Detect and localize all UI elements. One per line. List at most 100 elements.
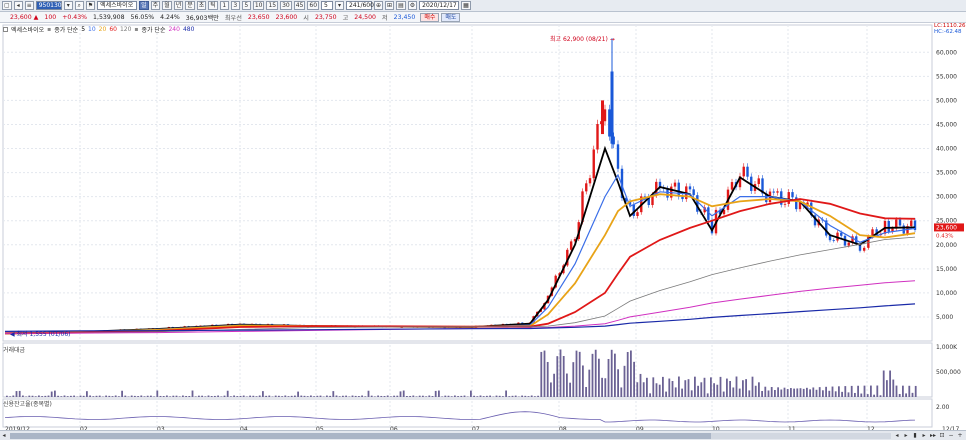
- candle-body: [608, 109, 611, 137]
- volume-bar: [543, 350, 546, 397]
- minute-30-button[interactable]: 30: [280, 1, 292, 10]
- zoom-icon[interactable]: ⊞: [385, 1, 395, 10]
- prev-icon[interactable]: ◂: [13, 1, 23, 10]
- period-tick-button[interactable]: 틱: [208, 1, 218, 10]
- scroll-icon[interactable]: ▤: [396, 1, 406, 10]
- flag-icon[interactable]: ⚑: [85, 1, 96, 10]
- search-icon[interactable]: ⌕: [74, 1, 84, 10]
- scroll-thumb[interactable]: [10, 432, 711, 439]
- minute-5-button[interactable]: 5: [241, 1, 251, 10]
- minute-3-button[interactable]: 3: [230, 1, 240, 10]
- volume-bar: [313, 396, 315, 397]
- volume-bar: [393, 395, 395, 397]
- volume-bar: [534, 396, 536, 397]
- minute-15-button[interactable]: 15: [266, 1, 279, 10]
- candle-body: [616, 144, 620, 169]
- code-dropdown-icon[interactable]: ▾: [63, 1, 73, 10]
- scroll-track[interactable]: [10, 432, 891, 439]
- buy-button[interactable]: 매수: [420, 12, 440, 22]
- calendar-icon[interactable]: ▦: [461, 1, 471, 10]
- play-icon[interactable]: ▸: [902, 432, 910, 440]
- volume-bar: [838, 386, 840, 397]
- volume-bar: [591, 353, 594, 397]
- volume-bar: [812, 387, 815, 397]
- minute-10-button[interactable]: 10: [252, 1, 265, 10]
- y-tick-label: 5,000: [936, 314, 953, 321]
- layout-icon[interactable]: ▢: [2, 1, 12, 10]
- volume-bar: [806, 387, 808, 397]
- scroll-left-icon[interactable]: ◂: [0, 432, 8, 440]
- minute-60-button[interactable]: 60: [307, 1, 320, 10]
- volume-bar: [572, 362, 575, 397]
- volume-bar: [297, 391, 299, 397]
- candle-body: [862, 247, 866, 251]
- price-pane: [2, 24, 933, 342]
- period-second-button[interactable]: 초: [196, 1, 207, 10]
- volume-bar: [6, 395, 8, 397]
- volume-bar: [98, 395, 101, 397]
- range-input[interactable]: 241/600: [346, 1, 374, 10]
- volume-bar: [79, 395, 82, 397]
- zoom-in-icon[interactable]: +: [956, 432, 964, 440]
- volume-bar: [546, 361, 549, 397]
- volume-bar: [159, 395, 162, 397]
- stock-code-input[interactable]: 950130: [35, 1, 62, 10]
- minute-1-button[interactable]: 1: [219, 1, 229, 10]
- volume-bar: [402, 390, 405, 397]
- volume-bar: [825, 386, 827, 397]
- settings-icon[interactable]: ⚙: [407, 1, 418, 10]
- volume-bar: [511, 395, 514, 397]
- volume-bar: [303, 395, 306, 397]
- volume-bar: [294, 395, 296, 397]
- pause-icon[interactable]: ▮: [911, 432, 919, 440]
- fit-icon[interactable]: ⊡: [938, 432, 946, 440]
- tick-dropdown-icon[interactable]: ▾: [335, 1, 345, 10]
- volume-bar: [726, 378, 728, 397]
- volume-bar: [89, 395, 91, 397]
- volume-bar: [374, 396, 376, 397]
- pin-icon[interactable]: ⊕: [374, 1, 384, 10]
- zoom-out-icon[interactable]: −: [947, 432, 955, 440]
- volume-bar: [140, 395, 143, 397]
- period-year-button[interactable]: 년: [173, 1, 184, 10]
- amount-value: 36,903백만: [185, 14, 219, 22]
- legend-checkbox[interactable]: [3, 27, 8, 32]
- tick-value-input[interactable]: 5: [321, 1, 334, 10]
- sell-button[interactable]: 매도: [441, 12, 461, 22]
- minute-45-button[interactable]: 45: [293, 1, 306, 10]
- current-price: 23,600 ▲: [10, 13, 39, 21]
- y-tick-label: 10,000: [936, 290, 957, 297]
- stock-name-field[interactable]: 엑세스바이오: [97, 1, 138, 10]
- volume-bar: [431, 396, 434, 397]
- chart-toolbar: ▢ ◂ ≡ 950130 ▾ ⌕ ⚑ 엑세스바이오 일 주 월 년 분 초 틱 …: [0, 0, 966, 12]
- period-week-button[interactable]: 주: [150, 1, 161, 10]
- legend-ma5: 5: [81, 26, 86, 33]
- volume-bar: [204, 396, 207, 397]
- volume-bar: [537, 395, 539, 397]
- volume-bar: [210, 396, 213, 397]
- candle-body: [666, 188, 669, 198]
- volume-bar: [82, 395, 85, 397]
- legend-ma-label-2: 종가 단순: [141, 27, 166, 34]
- chart-scrollbar[interactable]: ◂ ◂ ▸ ▮ ▸ ▸▸ ⊡ − +: [0, 430, 966, 440]
- date-input[interactable]: 2020/12/17: [419, 1, 460, 10]
- last-icon[interactable]: ▸▸: [929, 432, 937, 440]
- next-icon[interactable]: ▸: [920, 432, 928, 440]
- volume-bar: [678, 376, 680, 397]
- first-icon[interactable]: ◂: [893, 432, 901, 440]
- stock-chart[interactable]: 5,00010,00015,00020,00025,00030,00035,00…: [0, 23, 966, 430]
- volume-bar: [12, 395, 15, 397]
- volume-bar: [348, 396, 351, 397]
- volume-bar: [444, 395, 447, 397]
- volume-bar: [262, 391, 264, 397]
- volume-bar: [463, 395, 466, 397]
- volume-bar: [495, 395, 498, 397]
- menu-icon[interactable]: ≡: [24, 1, 34, 10]
- period-day-button[interactable]: 일: [139, 1, 149, 10]
- volume-bar: [41, 396, 43, 397]
- high-value: 24,500: [354, 13, 376, 21]
- period-minute-button[interactable]: 분: [185, 1, 195, 10]
- period-month-button[interactable]: 월: [162, 1, 172, 10]
- volume-bar: [802, 388, 805, 397]
- volume-bar: [124, 395, 127, 397]
